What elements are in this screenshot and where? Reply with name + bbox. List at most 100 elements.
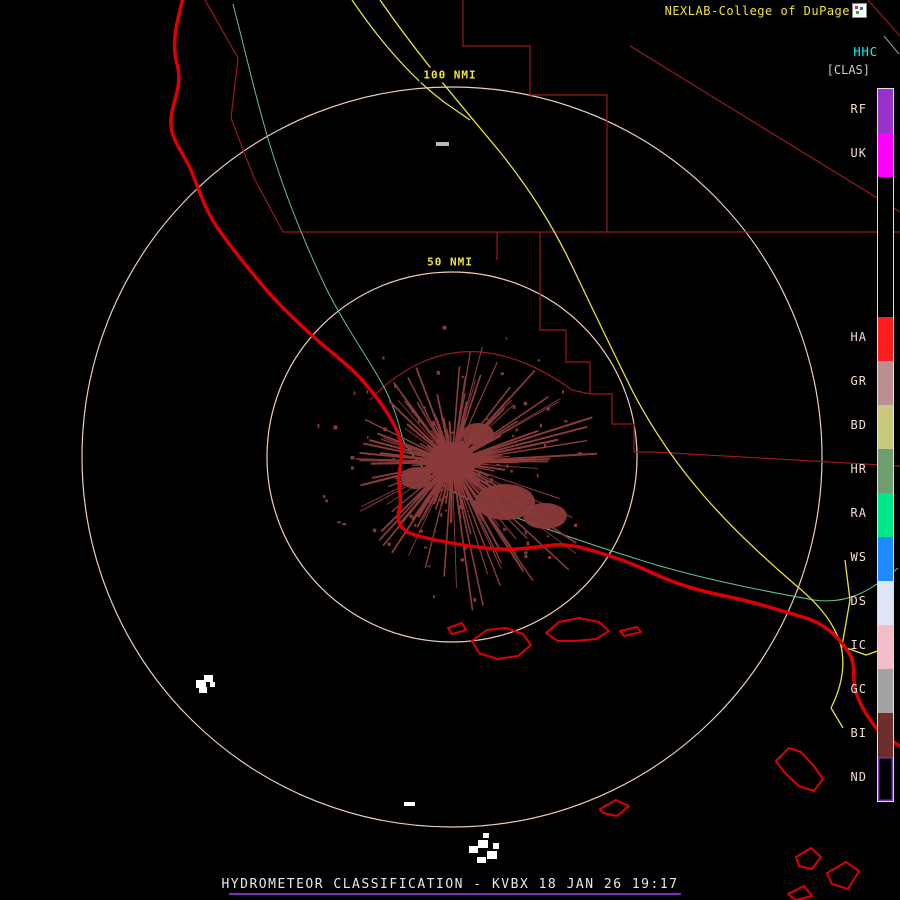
- clutter-speckle: [500, 372, 504, 376]
- radar-screen: NEXLAB-College of DuPage HHC [CLAS] 100 …: [0, 0, 900, 900]
- legend-seg-nd: [878, 757, 893, 801]
- outer-ring-label: 100 NMI: [419, 67, 481, 83]
- clutter-speckle: [423, 546, 428, 549]
- clutter-speckle: [439, 489, 444, 492]
- echo-blob: [199, 687, 207, 693]
- island-outline: [619, 626, 642, 637]
- echo-blob: [487, 851, 497, 859]
- highway-path: [830, 707, 844, 729]
- legend-seg-hr: [878, 449, 893, 493]
- footer-caption: HYDROMETEOR CLASSIFICATION - KVBX 18 JAN…: [221, 877, 679, 892]
- county-borders: [204, 0, 900, 467]
- county-border-path: [539, 232, 900, 467]
- clutter-speckle: [485, 480, 489, 484]
- clutter-speckle: [459, 515, 462, 519]
- clutter-speckle: [505, 337, 508, 340]
- echo-blob: [469, 846, 478, 853]
- clutter-speckle: [523, 401, 528, 406]
- clutter-speckle: [414, 524, 417, 527]
- island-outline: [599, 799, 630, 817]
- clutter-speckle: [486, 418, 489, 421]
- echo-blob: [478, 840, 488, 848]
- clutter-speckle: [383, 427, 387, 432]
- clutter-speckle: [445, 495, 447, 499]
- clutter-speckle: [367, 436, 369, 439]
- clutter-speckle: [430, 439, 433, 442]
- clutter-speckle: [506, 464, 509, 469]
- legend-seg-ds: [878, 581, 893, 625]
- legend-seg-uk: [878, 133, 893, 177]
- inner-ring-label: 50 NMI: [423, 254, 477, 270]
- clutter-speckle: [473, 598, 477, 602]
- legend-seg-gr: [878, 361, 893, 405]
- clutter-speckle: [524, 554, 528, 558]
- clutter-speckle: [477, 470, 482, 475]
- clutter-speckle: [512, 487, 514, 490]
- clutter-speckle: [460, 558, 465, 562]
- clutter-speckle: [433, 595, 435, 598]
- clutter-speckle: [353, 391, 356, 395]
- clutter-speckle: [537, 359, 541, 362]
- clutter-speckle: [512, 405, 516, 409]
- clutter-speckle: [382, 356, 385, 360]
- legend-seg-ws: [878, 537, 893, 581]
- clutter-speckle: [548, 556, 551, 560]
- county-border-path: [204, 0, 284, 233]
- legend-seg-ra: [878, 493, 893, 537]
- highway-path: [351, 0, 471, 121]
- clutter-speckle: [409, 514, 413, 518]
- echo-blob: [477, 857, 486, 863]
- clutter-speckle: [342, 523, 346, 526]
- legend-seg-bi: [878, 713, 893, 757]
- clutter-speckle: [394, 384, 398, 388]
- clutter-speckle: [317, 423, 320, 428]
- river-path: [232, 3, 404, 441]
- clutter-speckle: [485, 474, 488, 477]
- clutter-speckle: [490, 478, 494, 482]
- brand-text: NEXLAB-College of DuPage: [664, 4, 850, 18]
- clutter-speckle: [477, 461, 480, 466]
- highway-path: [841, 559, 851, 647]
- clutter-speckle: [543, 444, 547, 448]
- clutter-speckle: [411, 409, 415, 413]
- caption-underline: [229, 893, 681, 895]
- clutter-speckle: [445, 433, 448, 438]
- clutter-speckle: [526, 541, 530, 546]
- clutter-speckle: [564, 420, 568, 423]
- clutter-speckle: [498, 496, 502, 498]
- broken-image-icon: [852, 3, 867, 18]
- clutter-speckle: [373, 528, 377, 533]
- coastline-path: [169, 0, 900, 748]
- clutter-speckle: [433, 498, 437, 502]
- clutter-speckle: [480, 426, 483, 429]
- clutter-speckle: [516, 499, 520, 503]
- rivers: [232, 3, 900, 602]
- clutter-speckle: [562, 390, 564, 394]
- clutter-speckle: [366, 390, 369, 394]
- clutter-speckle: [323, 495, 326, 499]
- echo-blob: [210, 682, 215, 687]
- legend-seg-ic: [878, 625, 893, 669]
- coastline: [169, 0, 900, 748]
- clutter-speckle: [444, 509, 447, 512]
- clutter-speckle: [536, 473, 539, 478]
- clutter-speckle: [325, 499, 328, 503]
- clutter-speckle: [474, 510, 478, 512]
- legend-seg-bd: [878, 405, 893, 449]
- clutter-speckle: [459, 505, 462, 509]
- clutter-speckle: [562, 534, 565, 537]
- clutter-speckle: [546, 407, 550, 411]
- clutter-speckle: [436, 371, 440, 375]
- gray-dash: [436, 142, 449, 146]
- river-path: [883, 35, 900, 55]
- island-outline: [545, 617, 610, 642]
- county-border-path: [867, 0, 900, 37]
- echo-blob: [493, 843, 499, 849]
- island-outline: [471, 627, 532, 660]
- island-outline: [775, 747, 824, 792]
- clutter-speckle: [546, 535, 550, 538]
- clutter-speckle: [503, 528, 507, 531]
- clutter-speckle: [533, 458, 536, 461]
- legend-seg-rf: [878, 89, 893, 133]
- clutter-speckle: [350, 456, 355, 460]
